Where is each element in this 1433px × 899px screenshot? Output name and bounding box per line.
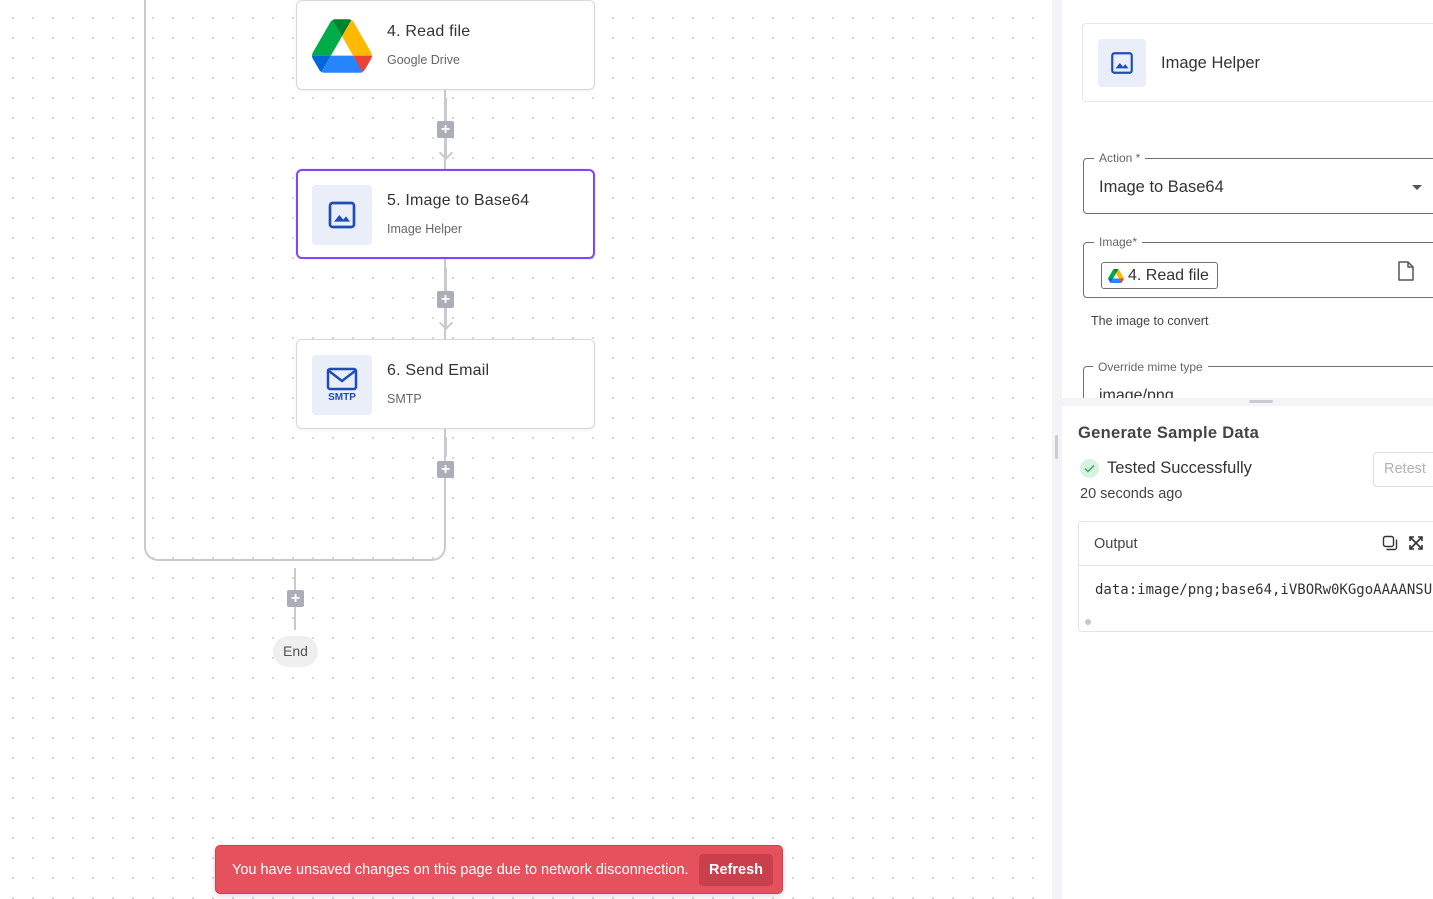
smtp-label: SMTP — [328, 392, 356, 403]
toast-message: You have unsaved changes on this page du… — [232, 861, 689, 878]
section-resizer[interactable] — [1062, 398, 1433, 406]
tested-time: 20 seconds ago — [1080, 486, 1183, 502]
image-icon — [1098, 39, 1146, 87]
expand-icon[interactable] — [1408, 535, 1424, 556]
add-step-button[interactable]: + — [437, 461, 454, 478]
add-step-button[interactable]: + — [287, 590, 304, 607]
add-step-button[interactable]: + — [437, 291, 454, 308]
sample-data-title: Generate Sample Data — [1078, 424, 1260, 442]
step-title: 6. Send Email — [387, 362, 490, 379]
end-node: End — [273, 636, 318, 667]
piece-header: Image Helper — [1082, 23, 1433, 102]
step-title: 4. Read file — [387, 23, 471, 40]
output-value: data:image/png;base64,iVBORw0KGgoAAAANSU… — [1095, 582, 1433, 598]
refresh-button[interactable]: Refresh — [699, 853, 773, 886]
image-label: Image* — [1094, 235, 1143, 249]
image-input[interactable]: Image* 4. Read file — [1083, 235, 1433, 298]
step-subtitle: Google Drive — [387, 53, 460, 67]
smtp-mail-icon: SMTP — [312, 355, 372, 415]
retest-button[interactable]: Retest — [1373, 452, 1433, 487]
file-icon[interactable] — [1397, 261, 1415, 286]
check-icon — [1080, 459, 1099, 478]
flow-canvas[interactable]: 4. Read file Google Drive + 5. Image to … — [0, 0, 1052, 899]
test-status: Tested Successfully — [1080, 459, 1252, 478]
action-select[interactable]: Action * Image to Base64 — [1083, 151, 1433, 214]
mime-type-field-wrapper: image/png Override mime type — [1083, 358, 1433, 398]
google-drive-icon — [312, 16, 372, 76]
scroll-indicator — [1085, 619, 1091, 625]
connector-line — [445, 437, 447, 457]
status-text: Tested Successfully — [1107, 459, 1252, 477]
image-helper-text: The image to convert — [1091, 314, 1209, 328]
piece-name: Image Helper — [1161, 54, 1261, 72]
step-subtitle: Image Helper — [387, 222, 463, 236]
mime-type-value: image/png — [1099, 387, 1174, 398]
unsaved-changes-toast: You have unsaved changes on this page du… — [215, 845, 783, 894]
resize-grip-icon[interactable] — [1249, 400, 1273, 403]
step-card-image-to-base64[interactable]: 5. Image to Base64 Image Helper — [296, 169, 595, 259]
google-drive-icon — [1108, 268, 1124, 283]
resize-grip-icon[interactable] — [1055, 435, 1058, 459]
output-header: Output — [1079, 522, 1433, 566]
copy-icon[interactable] — [1382, 535, 1398, 556]
action-label: Action * — [1094, 151, 1146, 165]
step-card-send-email[interactable]: SMTP 6. Send Email SMTP — [296, 339, 595, 429]
output-label: Output — [1094, 536, 1138, 552]
step-title: 5. Image to Base64 — [387, 192, 530, 209]
read-file-token[interactable]: 4. Read file — [1101, 262, 1218, 289]
step-subtitle: SMTP — [387, 392, 422, 406]
mime-type-label: Override mime type — [1093, 360, 1208, 374]
chevron-down-icon — [1412, 185, 1422, 190]
token-label: 4. Read file — [1128, 266, 1209, 284]
step-settings-panel: Image Helper Action * Image to Base64 Im… — [1062, 0, 1433, 899]
add-step-button[interactable]: + — [437, 121, 454, 138]
action-value: Image to Base64 — [1099, 178, 1224, 196]
step-card-read-file[interactable]: 4. Read file Google Drive — [296, 0, 595, 90]
output-box: Output data:image/png;base64,iVBORw0KGgo… — [1078, 521, 1433, 632]
image-icon — [312, 185, 372, 245]
